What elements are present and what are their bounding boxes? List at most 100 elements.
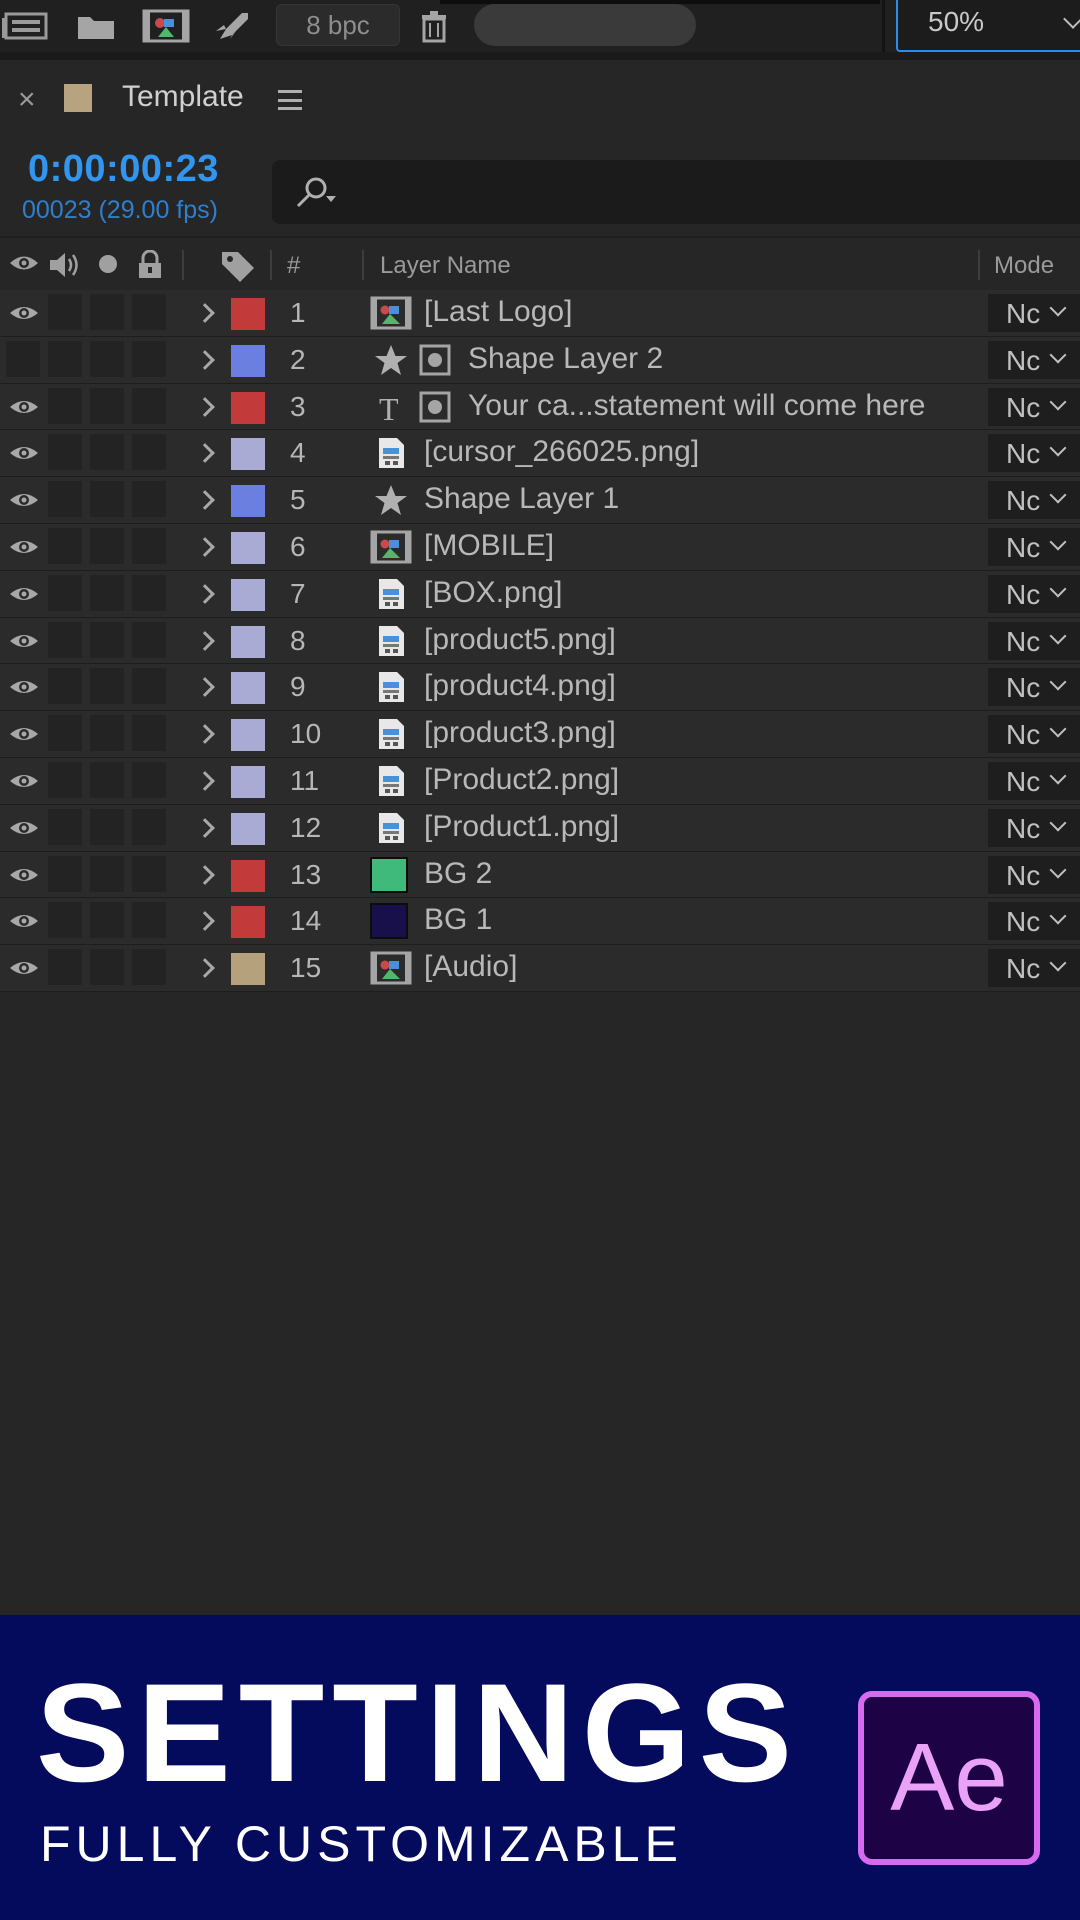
lock-toggle-box[interactable] [132, 481, 166, 518]
lock-toggle-box[interactable] [132, 668, 166, 705]
blend-mode-dropdown[interactable]: Nc [988, 621, 1080, 660]
rocket-flowchart-icon[interactable] [208, 6, 256, 46]
blend-mode-dropdown[interactable]: Nc [988, 855, 1080, 894]
solo-toggle-box[interactable] [90, 949, 124, 986]
new-composition-icon[interactable] [142, 6, 190, 46]
layer-name[interactable]: BG 1 [424, 903, 492, 937]
column-mode-label[interactable]: Mode [994, 252, 1054, 280]
audio-toggle-box[interactable] [48, 481, 82, 518]
solo-toggle-box[interactable] [90, 902, 124, 939]
label-color-swatch[interactable] [231, 859, 265, 892]
blend-mode-dropdown[interactable]: Nc [988, 527, 1080, 566]
layer-row[interactable]: 4 [cursor_266025.png] Nc [0, 430, 1080, 478]
layer-name[interactable]: [cursor_266025.png] [424, 435, 699, 469]
label-color-swatch[interactable] [231, 485, 265, 518]
twirl-chevron-icon[interactable] [195, 724, 215, 745]
solo-toggle-box[interactable] [90, 808, 124, 845]
layer-row[interactable]: 8 [product5.png] Nc [0, 617, 1080, 665]
layer-name[interactable]: [Last Logo] [424, 295, 572, 329]
label-color-swatch[interactable] [231, 906, 265, 939]
solo-toggle-box[interactable] [90, 481, 124, 518]
column-separator[interactable] [362, 250, 364, 280]
lock-toggle-box[interactable] [132, 855, 166, 892]
label-color-swatch[interactable] [231, 298, 265, 330]
audio-toggle-box[interactable] [48, 527, 82, 564]
mask-track-icon[interactable] [416, 343, 458, 377]
audio-toggle-box[interactable] [48, 949, 82, 986]
lock-toggle-box[interactable] [132, 527, 166, 564]
lock-toggle-box[interactable] [132, 340, 166, 377]
audio-toggle-box[interactable] [48, 621, 82, 658]
eye-visibility-icon[interactable] [8, 583, 40, 605]
audio-toggle-box[interactable] [48, 902, 82, 939]
audio-toggle-box[interactable] [48, 294, 82, 330]
layer-row[interactable]: 12 [Product1.png] Nc [0, 804, 1080, 852]
twirl-chevron-icon[interactable] [195, 677, 215, 698]
label-tag-icon[interactable] [218, 250, 258, 282]
current-timecode[interactable]: 0:00:00:23 [28, 148, 219, 191]
label-color-swatch[interactable] [231, 625, 265, 658]
layer-row[interactable]: 5 Shape Layer 1 Nc [0, 477, 1080, 524]
twirl-chevron-icon[interactable] [195, 443, 215, 464]
label-color-swatch[interactable] [231, 531, 265, 564]
layer-name[interactable]: Your ca...statement will come here [468, 389, 925, 423]
audio-toggle-box[interactable] [48, 761, 82, 798]
blend-mode-dropdown[interactable]: Nc [988, 434, 1080, 473]
twirl-chevron-icon[interactable] [195, 817, 215, 838]
eye-visibility-icon[interactable] [8, 489, 40, 511]
solo-toggle-box[interactable] [90, 761, 124, 798]
lock-toggle-box[interactable] [132, 761, 166, 798]
layer-row[interactable]: 3 T Your ca...statement will come here Nc [0, 383, 1080, 431]
audio-toggle-box[interactable] [48, 387, 82, 424]
panel-menu-icon[interactable] [278, 90, 302, 110]
blend-mode-dropdown[interactable]: Nc [988, 715, 1080, 754]
blend-mode-dropdown[interactable]: Nc [988, 574, 1080, 613]
layer-row[interactable]: 9 [product4.png] Nc [0, 664, 1080, 712]
lock-toggle-box[interactable] [132, 434, 166, 471]
eye-visibility-icon[interactable] [8, 957, 40, 979]
layer-name[interactable]: Shape Layer 1 [424, 482, 619, 516]
layer-name[interactable]: [product4.png] [424, 669, 616, 703]
render-queue-icon[interactable] [2, 6, 50, 46]
twirl-chevron-icon[interactable] [195, 630, 215, 651]
eye-visibility-icon[interactable] [8, 723, 40, 745]
eye-visibility-icon[interactable] [8, 676, 40, 698]
lock-toggle-box[interactable] [132, 387, 166, 424]
eye-visibility-icon[interactable] [8, 442, 40, 464]
solo-toggle-box[interactable] [90, 715, 124, 752]
column-separator[interactable] [978, 250, 980, 280]
bit-depth-button[interactable]: 8 bpc [276, 4, 400, 46]
layer-row[interactable]: 1 [Last Logo] Nc [0, 290, 1080, 337]
layer-name[interactable]: [Product2.png] [424, 763, 619, 797]
solo-toggle-box[interactable] [90, 855, 124, 892]
audio-toggle-box[interactable] [48, 434, 82, 471]
eye-visibility-icon[interactable] [8, 770, 40, 792]
audio-toggle-box[interactable] [48, 668, 82, 705]
twirl-chevron-icon[interactable] [195, 911, 215, 932]
layer-name[interactable]: [product3.png] [424, 716, 616, 750]
blend-mode-dropdown[interactable]: Nc [988, 294, 1080, 332]
lock-toggle-box[interactable] [132, 949, 166, 986]
solo-toggle-box[interactable] [90, 294, 124, 330]
label-color-swatch[interactable] [231, 953, 265, 986]
eye-visibility-icon[interactable] [8, 817, 40, 839]
blend-mode-dropdown[interactable]: Nc [988, 668, 1080, 707]
solo-toggle-box[interactable] [90, 574, 124, 611]
twirl-chevron-icon[interactable] [195, 864, 215, 885]
column-layer-name-label[interactable]: Layer Name [380, 252, 511, 280]
eye-visibility-icon[interactable] [8, 396, 40, 418]
lock-toggle-box[interactable] [132, 621, 166, 658]
layer-row[interactable]: 7 [BOX.png] Nc [0, 570, 1080, 618]
audio-toggle-box[interactable] [48, 340, 82, 377]
layer-row[interactable]: 15 [Audio] Nc [0, 945, 1080, 992]
solo-toggle-box[interactable] [90, 434, 124, 471]
twirl-chevron-icon[interactable] [195, 396, 215, 417]
layer-name[interactable]: Shape Layer 2 [468, 342, 663, 376]
zoom-dropdown[interactable]: 50% [896, 0, 1080, 52]
eye-visibility-icon[interactable] [8, 910, 40, 932]
lock-toggle-box[interactable] [132, 808, 166, 845]
lock-icon[interactable] [136, 250, 164, 280]
eye-visibility-icon[interactable] [8, 536, 40, 558]
lock-toggle-box[interactable] [132, 902, 166, 939]
label-color-swatch[interactable] [231, 719, 265, 752]
